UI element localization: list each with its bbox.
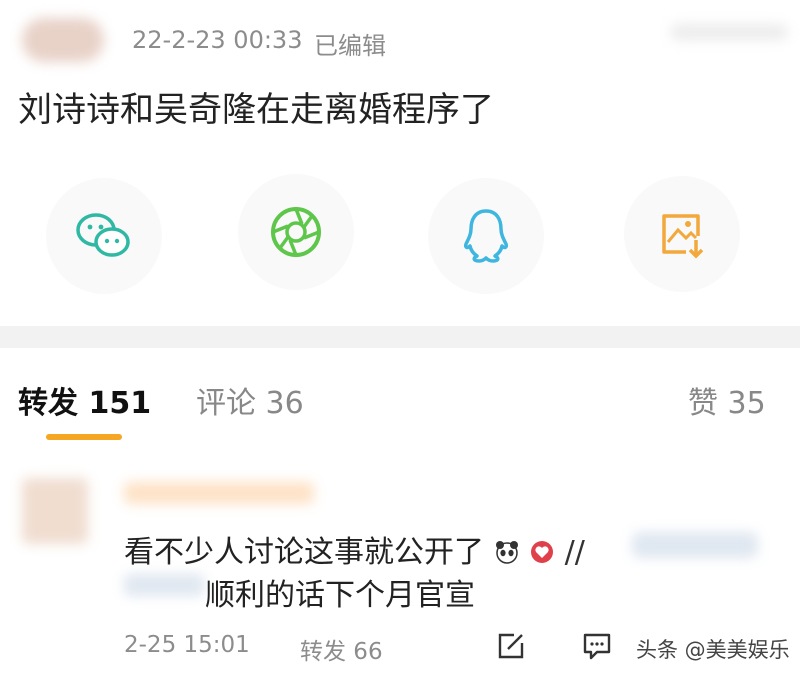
comment-button[interactable]: [580, 630, 614, 662]
repost-time: 2-25 15:01: [124, 632, 250, 658]
moments-icon: [271, 207, 321, 257]
share-moments-button[interactable]: [238, 174, 354, 290]
wechat-icon: [76, 213, 130, 257]
repost-avatar[interactable]: [22, 478, 88, 544]
heart-emoji-icon: [529, 538, 555, 564]
tab-repost[interactable]: 转发 151: [18, 378, 151, 422]
avatar[interactable]: [22, 18, 104, 62]
repost-username[interactable]: [124, 482, 314, 504]
active-tab-indicator: [46, 434, 122, 440]
panda-emoji-icon: [494, 538, 520, 564]
repost-count[interactable]: 转发 66: [300, 632, 383, 666]
repost-button[interactable]: [494, 630, 528, 662]
comment-icon: [583, 633, 611, 660]
blurred-mention-continued: [124, 574, 204, 596]
tab-likes[interactable]: 赞 35: [688, 378, 766, 422]
section-divider: [0, 326, 800, 348]
edited-label: 已编辑: [314, 32, 386, 60]
save-image-icon: [662, 214, 704, 259]
watermark: 头条 @美美娱乐: [636, 638, 790, 662]
repost-text-line-1: 看不少人讨论这事就公开了 //: [124, 527, 585, 571]
tab-comments[interactable]: 评论 36: [196, 378, 304, 422]
repost-icon: [498, 633, 524, 659]
qq-icon: [464, 209, 508, 263]
blurred-mention: [632, 532, 758, 558]
repost-text: 看不少人讨论这事就公开了: [124, 535, 484, 570]
share-wechat-button[interactable]: [46, 178, 162, 294]
post-timestamp: 22-2-23 00:33: [132, 26, 303, 54]
repost-text-line-2: 顺利的话下个月官宣: [205, 578, 475, 613]
share-save-image-button[interactable]: [624, 176, 740, 292]
blurred-corner: [670, 24, 788, 40]
post-text: 刘诗诗和吴奇隆在走离婚程序了: [18, 90, 494, 130]
share-qq-button[interactable]: [428, 178, 544, 294]
repost-separator: //: [564, 535, 585, 570]
